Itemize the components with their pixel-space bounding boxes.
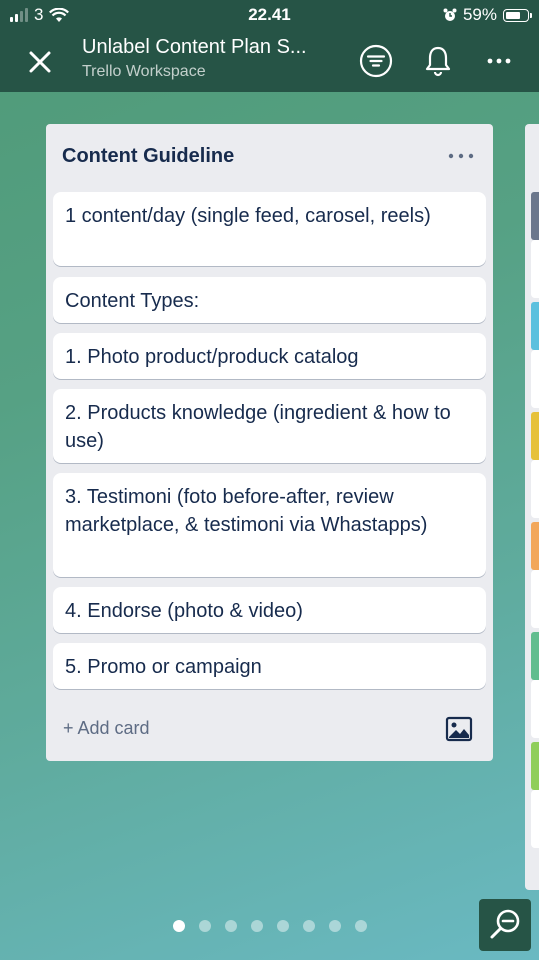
card-label-stripe — [531, 632, 539, 680]
bell-icon[interactable] — [420, 43, 456, 79]
alarm-icon — [443, 8, 457, 21]
page-dot[interactable] — [172, 920, 185, 932]
list-card[interactable]: 2. Products knowledge (ingredient & how … — [53, 389, 486, 463]
peek-card — [531, 790, 539, 848]
status-bar: 3 22.41 59% — [0, 0, 539, 30]
zoom-button[interactable] — [479, 899, 531, 951]
status-right: 59% — [443, 5, 532, 25]
add-card-image-icon[interactable] — [445, 716, 473, 742]
card-label-stripe — [531, 192, 539, 240]
add-card-button[interactable]: + Add card — [63, 718, 150, 739]
page-dot[interactable] — [276, 920, 289, 932]
card-label-stripe — [531, 742, 539, 790]
list-card[interactable]: 5. Promo or campaign — [53, 643, 486, 689]
board-header: Unlabel Content Plan S... Trello Workspa… — [0, 30, 539, 92]
next-list-peek[interactable] — [525, 124, 539, 890]
page-dot[interactable] — [302, 920, 315, 932]
list-card[interactable]: 3. Testimoni (foto before-after, review … — [53, 473, 486, 577]
card-label-stripe — [531, 302, 539, 350]
page-dot[interactable] — [328, 920, 341, 932]
peek-card — [531, 570, 539, 628]
battery-icon — [503, 8, 532, 22]
board-title[interactable]: Unlabel Content Plan S... — [82, 36, 342, 59]
card-label-stripe — [531, 522, 539, 570]
more-icon[interactable] — [481, 43, 517, 79]
card-label-stripe — [531, 412, 539, 460]
list-card[interactable]: 1 content/day (single feed, carosel, ree… — [53, 192, 486, 266]
list-card[interactable]: Content Types: — [53, 277, 486, 323]
list-title[interactable]: Content Guideline — [62, 145, 234, 168]
list-content-guideline: Content Guideline 1 content/day (single … — [46, 124, 493, 761]
list-pagination — [0, 920, 539, 932]
workspace-name: Trello Workspace — [82, 63, 206, 80]
peek-card — [531, 240, 539, 298]
peek-card — [531, 680, 539, 738]
title-block: Unlabel Content Plan S... Trello Workspa… — [82, 36, 342, 81]
list-card[interactable]: 4. Endorse (photo & video) — [53, 587, 486, 633]
list-menu-icon[interactable] — [447, 150, 475, 162]
page-dot[interactable] — [224, 920, 237, 932]
page-dot[interactable] — [198, 920, 211, 932]
page-dot[interactable] — [250, 920, 263, 932]
list-card[interactable]: 1. Photo product/produck catalog — [53, 333, 486, 379]
peek-card — [531, 460, 539, 518]
zoom-out-icon — [490, 909, 520, 939]
close-icon[interactable] — [22, 44, 58, 80]
filter-icon[interactable] — [358, 43, 394, 79]
page-dot[interactable] — [354, 920, 367, 932]
battery-percent: 59% — [462, 5, 497, 24]
peek-card — [531, 350, 539, 408]
